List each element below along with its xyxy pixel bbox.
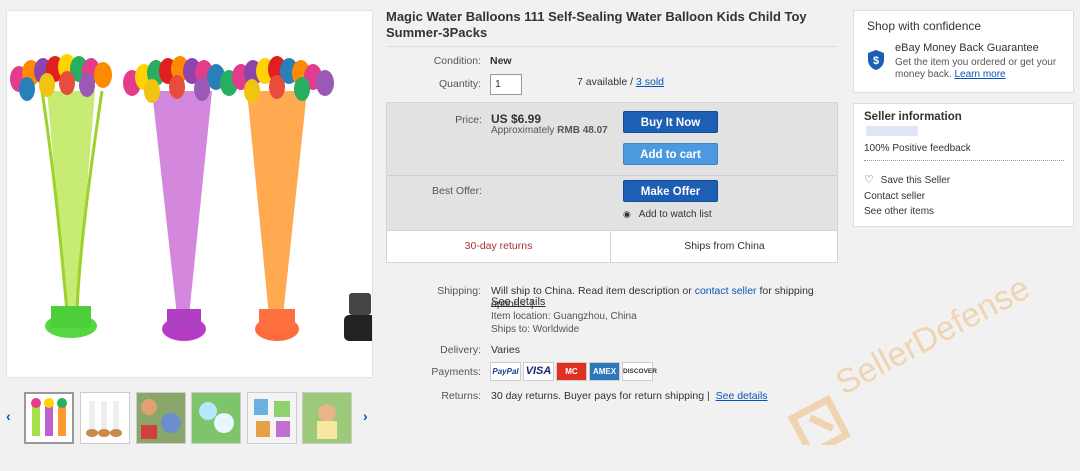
seller-heading: Seller information <box>864 111 962 123</box>
visa-icon: VISA <box>523 362 554 381</box>
returns-badge: 30-day returns <box>387 231 611 263</box>
seller-information-box: Seller information 100% Positive feedbac… <box>853 103 1074 227</box>
water-balloons-image <box>10 54 372 341</box>
available-count: 7 available / <box>577 76 634 88</box>
title-divider <box>386 46 838 47</box>
ships-to: Ships to: Worldwide <box>491 324 580 335</box>
eye-icon: ◉ <box>623 209 631 219</box>
seller-name-redacted <box>866 126 918 136</box>
confidence-heading: Shop with confidence <box>867 19 982 33</box>
approx-label: Approximately <box>491 125 555 136</box>
amex-icon: AMEX <box>589 362 620 381</box>
watch-list-label: Add to watch list <box>638 209 712 220</box>
watermark-text: SellerDefense <box>830 269 1036 403</box>
thumbnail-3[interactable] <box>136 392 186 444</box>
chevron-left-icon[interactable]: ‹ <box>6 408 11 424</box>
price-label: Price: <box>455 114 482 126</box>
buy-panel: Price: US $6.99 Approximately RMB 48.07 … <box>386 102 838 263</box>
guarantee-text: Get the item you ordered or get your mon… <box>895 57 1067 81</box>
listing-title: Magic Water Balloons 111 Self-Sealing Wa… <box>386 9 807 40</box>
thumbnail-strip: ‹ › <box>0 390 380 450</box>
mastercard-icon: MC <box>556 362 587 381</box>
thumbnail-4[interactable] <box>191 392 241 444</box>
quantity-input[interactable]: 1 <box>490 74 522 95</box>
sold-count-link[interactable]: 3 sold <box>636 76 664 88</box>
watch-list-link[interactable]: ◉ Add to watch list <box>623 209 712 220</box>
price-value: US $6.99 <box>491 112 542 126</box>
positive-feedback: 100% Positive feedback <box>864 143 971 154</box>
seller-divider <box>864 160 1064 161</box>
condition-label: Condition: <box>433 55 481 67</box>
heart-icon: ♡ <box>864 174 874 186</box>
main-product-image[interactable] <box>6 10 373 378</box>
item-location: Item location: Guangzhou, China <box>491 311 637 322</box>
approx-value: RMB 48.07 <box>557 125 608 136</box>
condition-value: New <box>490 55 512 67</box>
quantity-label: Quantity: <box>438 78 481 90</box>
buy-panel-divider <box>387 175 837 176</box>
shipping-see-details-link[interactable]: See details <box>491 296 545 308</box>
returns-info: 30 day returns. Buyer pays for return sh… <box>491 390 768 402</box>
make-offer-button[interactable]: Make Offer <box>623 180 718 202</box>
save-seller-link[interactable]: ♡ Save this Seller <box>864 173 950 186</box>
delivery-value: Varies <box>491 344 520 356</box>
quantity-availability: 7 available / 3 sold <box>577 76 664 88</box>
shipping-label: Shipping: <box>437 285 481 297</box>
hose-connector <box>344 293 372 341</box>
svg-text:$: $ <box>873 55 879 67</box>
thumbnail-5[interactable] <box>247 392 297 444</box>
save-seller-label: Save this Seller <box>880 175 951 186</box>
learn-more-link[interactable]: Learn more <box>954 69 1005 80</box>
shield-icon: $ <box>868 50 884 70</box>
balloon-bunch-green <box>10 54 112 338</box>
see-other-items-link[interactable]: See other items <box>864 206 934 217</box>
paypal-icon: PayPal <box>490 362 521 381</box>
thumbnail-6[interactable] <box>302 392 352 444</box>
returns-label: Returns: <box>441 390 481 402</box>
payments-label: Payments: <box>431 366 481 378</box>
chevron-right-icon[interactable]: › <box>363 408 368 424</box>
add-to-cart-button[interactable]: Add to cart <box>623 143 718 165</box>
thumbnail-2[interactable] <box>80 392 130 444</box>
balloon-bunch-purple <box>123 56 225 341</box>
buy-it-now-button[interactable]: Buy It Now <box>623 111 718 133</box>
seller-defense-watermark: SellerDefense <box>787 269 1036 445</box>
shop-with-confidence-box: Shop with confidence $ eBay Money Back G… <box>853 10 1074 93</box>
thumbnail-1[interactable] <box>24 392 74 444</box>
price-approx: Approximately RMB 48.07 <box>491 125 608 136</box>
best-offer-label: Best Offer: <box>432 185 482 197</box>
contact-seller-link-2[interactable]: Contact seller <box>864 191 925 202</box>
returns-text: 30 day returns. Buyer pays for return sh… <box>491 390 710 402</box>
discover-icon: DISCOVER <box>622 362 657 381</box>
delivery-label: Delivery: <box>440 344 481 356</box>
contact-seller-link[interactable]: contact seller <box>695 285 757 297</box>
guarantee-title: eBay Money Back Guarantee <box>895 42 1039 54</box>
balloon-bunch-orange <box>220 56 334 341</box>
